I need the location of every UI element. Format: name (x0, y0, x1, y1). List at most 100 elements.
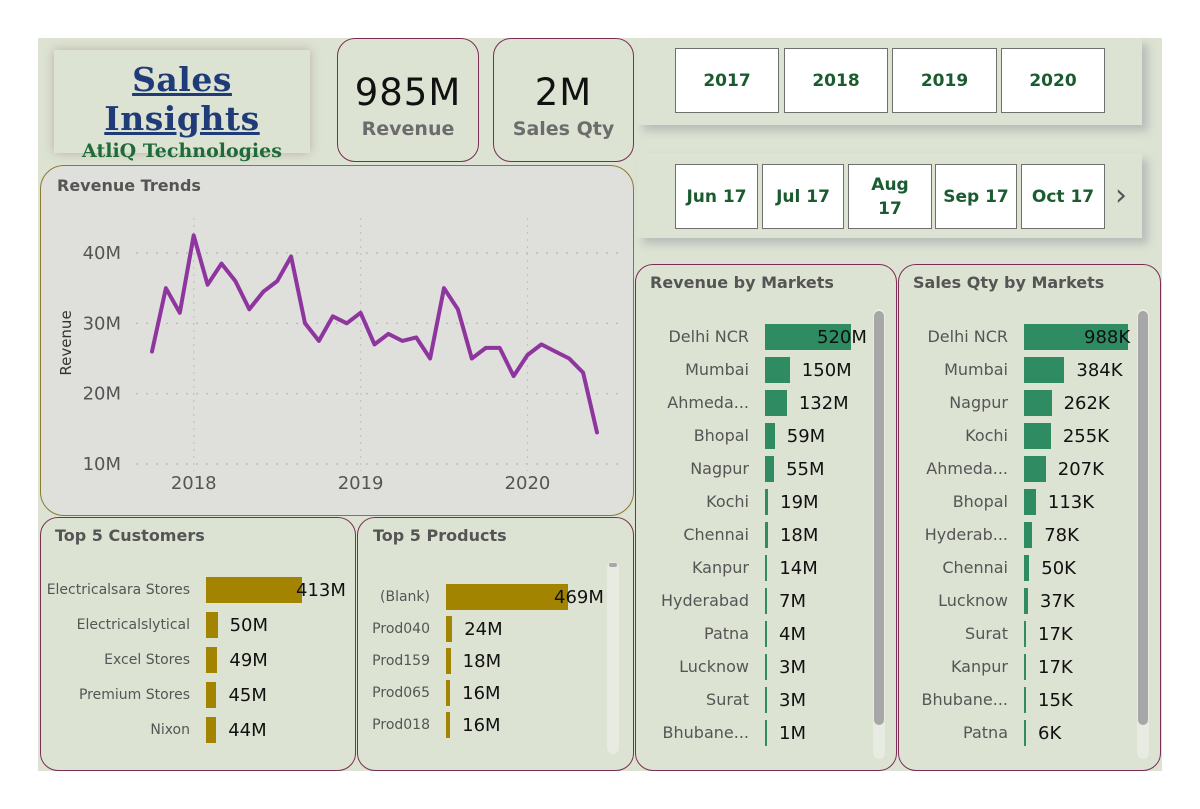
bar-label: Nagpur (690, 459, 749, 478)
bar-label: Mumbai (944, 360, 1008, 379)
bar-value-label: 520M (817, 327, 867, 348)
bar-fill[interactable] (765, 654, 767, 680)
bar-fill[interactable] (1024, 588, 1028, 614)
year-2018-button[interactable]: 2018 (784, 48, 888, 113)
bar-fill[interactable] (1024, 621, 1026, 647)
products-scroll-track[interactable] (607, 562, 619, 754)
bar-value-label: 14M (779, 558, 818, 579)
sales-qty-kpi-card: 2M Sales Qty (493, 38, 634, 162)
bar-fill[interactable] (206, 577, 302, 603)
bar-fill[interactable] (206, 612, 218, 638)
bar-fill[interactable] (765, 357, 790, 383)
year-2019-button[interactable]: 2019 (892, 48, 997, 113)
bar-value-label: 255K (1062, 426, 1109, 447)
y-axis-label: Revenue (57, 310, 75, 375)
sales-qty-kpi-label: Sales Qty (512, 118, 615, 140)
bar-fill[interactable] (1024, 390, 1052, 416)
bar-label: Mumbai (685, 360, 749, 379)
bar-fill[interactable] (1024, 720, 1026, 746)
bar-fill[interactable] (765, 720, 767, 746)
bar-fill[interactable] (765, 390, 787, 416)
sales-qty-by-markets-title: Sales Qty by Markets (913, 273, 1105, 292)
bar-value-label: 19M (780, 492, 819, 513)
bar-fill[interactable] (765, 489, 769, 515)
month-slicer: Jun 17 Jul 17 Aug 17 Sep 17 Oct 17 › (637, 153, 1142, 238)
top-customers-panel: Top 5 Customers Electricalsara Stores 413… (40, 517, 356, 771)
bar-value-label: 45M (228, 685, 267, 706)
bar-label: Excel Stores (104, 652, 190, 668)
bar-label: Patna (963, 723, 1008, 742)
bar-value-label: 16M (462, 715, 501, 736)
month-jul-17-button[interactable]: Jul 17 (762, 164, 844, 229)
y-tick-label: 10M (83, 454, 121, 475)
logo-card: Sales Insights AtliQ Technologies (54, 50, 310, 162)
bar-label: Ahmeda... (667, 393, 749, 412)
year-2017-button[interactable]: 2017 (675, 48, 779, 113)
bar-value-label: 4M (779, 624, 806, 645)
bar-label: Electricalsara Stores (46, 582, 190, 598)
month-aug-17-button[interactable]: Aug 17 (848, 164, 932, 229)
bar-label: Kochi (706, 492, 749, 511)
year-2020-button[interactable]: 2020 (1001, 48, 1105, 113)
bar-fill[interactable] (1024, 555, 1030, 581)
bar-fill[interactable] (206, 717, 217, 743)
bar-label: Lucknow (938, 591, 1008, 610)
bar-label: Electricalslytical (76, 617, 190, 633)
month-sep-17-button[interactable]: Sep 17 (935, 164, 1017, 229)
month-jun-17-button[interactable]: Jun 17 (675, 164, 758, 229)
revenue-trends-panel: Revenue Trends 40M 30M 20M 10M 2018 2019 2020 R… (40, 165, 634, 516)
year-slicer: 2017 2018 2019 2020 (637, 38, 1142, 125)
bar-value-label: 37K (1039, 591, 1075, 612)
bar-value-label: 132M (798, 393, 849, 414)
bar-label: Nagpur (949, 393, 1008, 412)
bar-value-label: 988K (1084, 327, 1131, 348)
y-tick-label: 20M (83, 384, 121, 405)
bar-label: Delhi NCR (927, 327, 1008, 346)
bar-fill[interactable] (1024, 423, 1051, 449)
bar-fill[interactable] (765, 621, 767, 647)
revenue-kpi-label: Revenue (361, 118, 455, 140)
bar-fill[interactable] (1024, 522, 1033, 548)
bar-fill[interactable] (765, 687, 767, 713)
bar-fill[interactable] (765, 555, 768, 581)
bar-label: Hyderabad (661, 591, 749, 610)
x-tick-label: 2020 (505, 473, 551, 494)
bar-label: Nixon (150, 722, 190, 738)
bar-label: Bhubane... (662, 723, 749, 742)
bar-value-label: 44M (228, 720, 267, 741)
bar-label: Delhi NCR (668, 327, 749, 346)
bar-fill[interactable] (446, 712, 451, 738)
bar-fill[interactable] (1024, 456, 1046, 482)
bar-value-label: 50K (1041, 558, 1076, 579)
bar-value-label: 207K (1057, 459, 1104, 480)
bar-fill[interactable] (765, 588, 767, 614)
bar-value-label: 18M (462, 651, 502, 672)
bar-fill[interactable] (206, 647, 218, 673)
bar-label: (Blank) (380, 589, 430, 605)
chevron-right-icon[interactable]: › (1115, 181, 1127, 211)
qty-markets-scroll-thumb[interactable] (1138, 311, 1148, 725)
products-scroll-thumb[interactable] (609, 563, 617, 567)
bar-fill[interactable] (765, 423, 775, 449)
bar-fill[interactable] (446, 680, 451, 706)
sales-qty-by-markets-panel: Sales Qty by Markets Delhi NCR 988K Mumbai… (898, 264, 1161, 771)
bar-fill[interactable] (1024, 357, 1065, 383)
bar-value-label: 16M (462, 683, 501, 704)
month-oct-17-button[interactable]: Oct 17 (1021, 164, 1105, 229)
bar-value-label: 17K (1038, 657, 1073, 678)
bar-fill[interactable] (206, 682, 217, 708)
bar-value-label: 262K (1063, 393, 1110, 414)
bar-fill[interactable] (1024, 687, 1026, 713)
bar-fill[interactable] (446, 584, 568, 610)
bar-fill[interactable] (446, 648, 451, 674)
bar-label: Surat (706, 690, 749, 709)
bar-value-label: 3M (779, 657, 806, 678)
bar-fill[interactable] (765, 456, 775, 482)
bar-fill[interactable] (1024, 654, 1026, 680)
revenue-markets-scroll-thumb[interactable] (874, 311, 884, 725)
bar-fill[interactable] (765, 522, 768, 548)
bar-fill[interactable] (1024, 489, 1036, 515)
bar-fill[interactable] (446, 616, 453, 642)
bar-label: Prod018 (372, 717, 430, 733)
revenue-kpi-card: 985M Revenue (337, 38, 479, 162)
